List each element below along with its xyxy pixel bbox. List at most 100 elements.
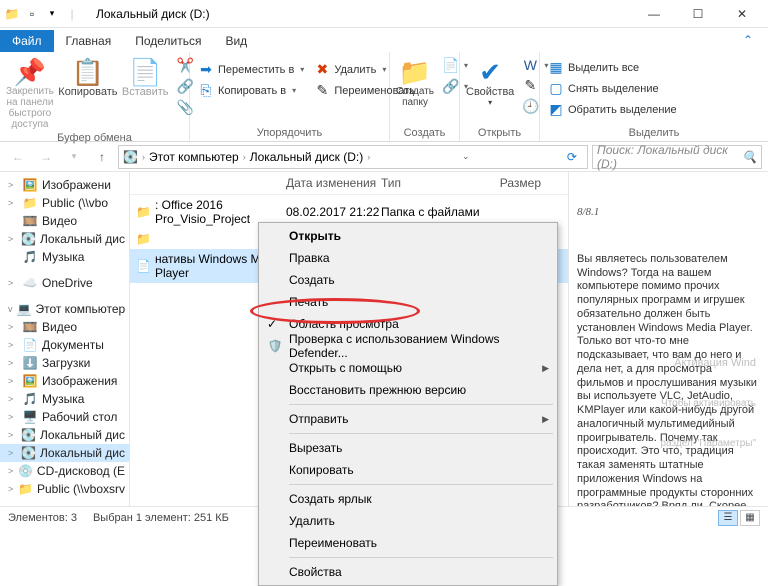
- select-none-button[interactable]: ▢Снять выделение: [546, 79, 679, 98]
- breadcrumb-dropdown[interactable]: ⌄: [462, 151, 470, 162]
- tree-item[interactable]: >💽Локальный дис: [0, 426, 129, 444]
- copy-button[interactable]: 📋 Копировать: [60, 54, 116, 98]
- ctx-separator: [289, 557, 553, 558]
- qat-item[interactable]: ▫: [24, 6, 40, 22]
- newfolder-button[interactable]: 📁 Создать папку: [396, 54, 434, 108]
- view-icons-button[interactable]: ▦: [740, 510, 760, 526]
- expand-icon[interactable]: >: [8, 412, 18, 422]
- col-date[interactable]: Дата изменения: [286, 176, 381, 190]
- expand-icon[interactable]: >: [8, 484, 14, 494]
- copyto-button[interactable]: ⎘Копировать в▾: [196, 81, 306, 100]
- tab-home[interactable]: Главная: [54, 30, 124, 52]
- tree-item[interactable]: >📄Документы: [0, 336, 129, 354]
- tab-share[interactable]: Поделиться: [123, 30, 213, 52]
- moveto-button[interactable]: ➡Переместить в▾: [196, 60, 306, 79]
- close-button[interactable]: ✕: [720, 0, 764, 28]
- tree-item-icon: 💿: [18, 464, 33, 478]
- nav-forward-button[interactable]: →: [34, 145, 58, 169]
- tree-item[interactable]: 🎞️Видео: [0, 212, 129, 230]
- properties-button[interactable]: ✔ Свойства ▾: [466, 54, 514, 107]
- tree-item[interactable]: 🎵Музыка: [0, 248, 129, 266]
- ctx-copy[interactable]: Копировать: [259, 459, 557, 481]
- pin-quick-access-button[interactable]: 📌 Закрепить на панели быстрого доступа: [6, 54, 54, 130]
- ctx-cut[interactable]: Вырезать: [259, 437, 557, 459]
- ctx-defender[interactable]: 🛡️Проверка с использованием Windows Defe…: [259, 335, 557, 357]
- tree-item[interactable]: >📁Public (\\vboxsrv: [0, 480, 129, 498]
- ctx-restore[interactable]: Восстановить прежнюю версию: [259, 379, 557, 401]
- tree-item-label: CD-дисковод (E: [37, 464, 125, 478]
- expand-icon[interactable]: >: [8, 376, 18, 386]
- maximize-button[interactable]: ☐: [676, 0, 720, 28]
- breadcrumb-drive[interactable]: Локальный диск (D:): [250, 150, 364, 164]
- ctx-shortcut[interactable]: Создать ярлык: [259, 488, 557, 510]
- expand-icon[interactable]: >: [8, 180, 18, 190]
- ribbon-collapse-button[interactable]: ⌃: [728, 28, 768, 52]
- col-size[interactable]: Размер: [481, 176, 541, 190]
- col-name[interactable]: [136, 176, 286, 190]
- select-invert-button[interactable]: ◩Обратить выделение: [546, 100, 679, 119]
- expand-icon[interactable]: >: [8, 448, 17, 458]
- expand-icon[interactable]: >: [8, 198, 18, 208]
- ctx-delete[interactable]: Удалить: [259, 510, 557, 532]
- tree-item[interactable]: >☁️OneDrive: [0, 274, 129, 292]
- paste-icon: 📄: [129, 58, 161, 86]
- ctx-open[interactable]: Открыть: [259, 225, 557, 247]
- tree-item[interactable]: >🎞️Видео: [0, 318, 129, 336]
- nav-recent-button[interactable]: ▾: [62, 145, 86, 169]
- expand-icon[interactable]: >: [8, 234, 17, 244]
- tree-item[interactable]: v💻Этот компьютер: [0, 300, 129, 318]
- expand-icon[interactable]: >: [8, 358, 18, 368]
- tree-item[interactable]: >📁Public (\\vbo: [0, 194, 129, 212]
- expand-icon[interactable]: >: [8, 466, 14, 476]
- nav-up-button[interactable]: ↑: [90, 145, 114, 169]
- search-input[interactable]: Поиск: Локальный диск (D:) 🔍: [592, 145, 762, 169]
- tree-item[interactable]: >🖼️Изображения: [0, 372, 129, 390]
- col-type[interactable]: Тип: [381, 176, 481, 190]
- tree-item[interactable]: >⬇️Загрузки: [0, 354, 129, 372]
- ctx-openwith[interactable]: Открыть с помощью▶: [259, 357, 557, 379]
- view-details-button[interactable]: ☰: [718, 510, 738, 526]
- expand-icon[interactable]: >: [8, 394, 18, 404]
- expand-icon[interactable]: v: [8, 304, 13, 314]
- tree-item[interactable]: >🖥️Рабочий стол: [0, 408, 129, 426]
- breadcrumb[interactable]: 💽 › Этот компьютер › Локальный диск (D:)…: [118, 145, 588, 169]
- select-all-button[interactable]: ▦Выделить все: [546, 58, 679, 77]
- breadcrumb-sep[interactable]: ›: [367, 152, 370, 162]
- ctx-print[interactable]: Печать: [259, 291, 557, 313]
- qat-dropdown[interactable]: ▾: [44, 6, 60, 22]
- expand-icon[interactable]: >: [8, 322, 18, 332]
- tab-file[interactable]: Файл: [0, 30, 54, 52]
- expand-icon[interactable]: >: [8, 278, 18, 288]
- column-headers[interactable]: Дата изменения Тип Размер: [130, 172, 568, 195]
- ctx-props[interactable]: Свойства: [259, 561, 557, 583]
- expand-icon[interactable]: >: [8, 340, 18, 350]
- preview-header: 8/8.1: [577, 206, 760, 220]
- tree-item[interactable]: >💽Локальный дис: [0, 444, 129, 462]
- breadcrumb-root[interactable]: Этот компьютер: [149, 150, 239, 164]
- address-bar: ← → ▾ ↑ 💽 › Этот компьютер › Локальный д…: [0, 142, 768, 172]
- ctx-rename[interactable]: Переименовать: [259, 532, 557, 554]
- breadcrumb-sep[interactable]: ›: [243, 152, 246, 162]
- rename-icon: ✎: [314, 82, 330, 99]
- tree-item-label: OneDrive: [42, 276, 93, 290]
- tree-item[interactable]: >🖼️Изображени: [0, 176, 129, 194]
- refresh-button[interactable]: ⟳: [561, 150, 583, 164]
- tree-item[interactable]: > 💿 CD-дисковод (E: [0, 462, 129, 480]
- nav-tree[interactable]: >🖼️Изображени>📁Public (\\vbo🎞️Видео>💽Лок…: [0, 172, 130, 506]
- tree-item[interactable]: >💽Локальный дис: [0, 230, 129, 248]
- breadcrumb-sep[interactable]: ›: [142, 152, 145, 162]
- ctx-sendto[interactable]: Отправить▶: [259, 408, 557, 430]
- expand-icon[interactable]: >: [8, 430, 17, 440]
- nav-back-button[interactable]: ←: [6, 145, 30, 169]
- newfolder-icon: 📁: [399, 58, 431, 86]
- tree-item-label: Видео: [42, 320, 77, 334]
- ctx-edit[interactable]: Правка: [259, 247, 557, 269]
- minimize-button[interactable]: —: [632, 0, 676, 28]
- paste-button[interactable]: 📄 Вставить: [122, 54, 169, 98]
- check-icon: ✓: [267, 317, 277, 331]
- tab-view[interactable]: Вид: [213, 30, 259, 52]
- ctx-new[interactable]: Создать: [259, 269, 557, 291]
- tree-item[interactable]: >🎵Музыка: [0, 390, 129, 408]
- easyaccess-icon: 🔗: [442, 78, 458, 95]
- delete-icon: ✖: [314, 61, 330, 78]
